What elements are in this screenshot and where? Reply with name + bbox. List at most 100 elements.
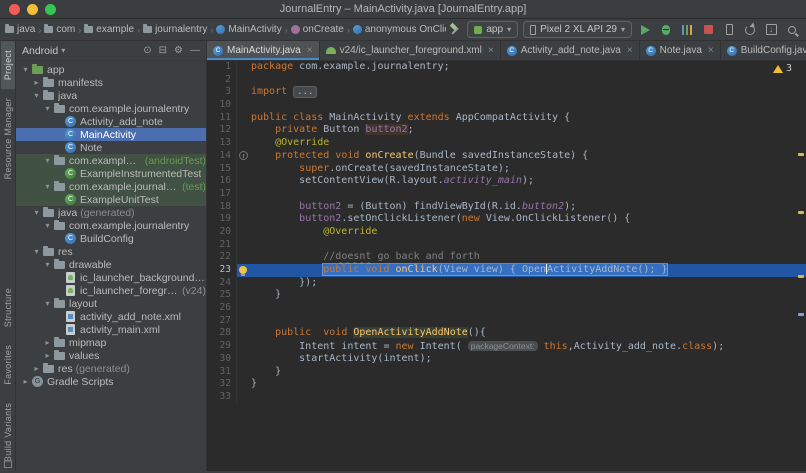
tree-item-activity-main-xml[interactable]: activity_main.xml <box>16 323 206 336</box>
tree-item-activity-add-note[interactable]: CActivity_add_note <box>16 115 206 128</box>
code-text[interactable]: public void OpenActivityAddNote(){ <box>251 327 806 340</box>
tree-item-note[interactable]: CNote <box>16 141 206 154</box>
chevron-right-icon[interactable]: ▸ <box>42 351 53 360</box>
chevron-down-icon[interactable]: ▾ <box>42 182 53 191</box>
override-marker-icon[interactable]: ↑ <box>237 150 251 163</box>
code-text[interactable]: Intent intent = new Intent( packageConte… <box>251 340 806 353</box>
editor-tab-mainactivity-java[interactable]: CMainActivity.java× <box>207 41 320 60</box>
close-icon[interactable]: × <box>488 45 494 56</box>
intention-bulb-icon[interactable] <box>237 264 251 277</box>
tree-item-layout[interactable]: ▾layout <box>16 297 206 310</box>
code-text[interactable]: } <box>251 289 806 302</box>
code-text[interactable]: startActivity(intent); <box>251 353 806 366</box>
tree-item-java[interactable]: ▾java <box>16 89 206 102</box>
code-text[interactable]: super.onCreate(savedInstanceState); <box>251 163 806 176</box>
tool-window-button-favorites[interactable]: Favorites <box>1 336 15 394</box>
code-text[interactable]: @Override <box>251 137 806 150</box>
code-text[interactable]: private Button button2; <box>251 124 806 137</box>
tree-item-java[interactable]: ▾java(generated) <box>16 206 206 219</box>
tree-item-buildconfig[interactable]: CBuildConfig <box>16 232 206 245</box>
close-icon[interactable]: × <box>627 45 633 56</box>
editor-tab-buildconfig-java[interactable]: CBuildConfig.java× <box>721 41 806 60</box>
device-select[interactable]: Pixel 2 XL API 29 ▾ <box>523 21 632 38</box>
chevron-down-icon[interactable]: ▾ <box>31 91 42 100</box>
chevron-down-icon[interactable]: ▾ <box>42 260 53 269</box>
code-text[interactable] <box>251 239 806 252</box>
run-button[interactable] <box>637 22 653 38</box>
code-text[interactable]: public void onClick(View view) { OpenAct… <box>251 264 806 277</box>
code-text[interactable]: @Override <box>251 226 806 239</box>
tree-item-ic-launcher-foreground-xml[interactable]: ic_launcher_foreground.xml(v24) <box>16 284 206 297</box>
chevron-down-icon[interactable]: ▾ <box>31 208 42 217</box>
tree-item-mipmap[interactable]: ▸mipmap <box>16 336 206 349</box>
breadcrumb-item-java[interactable]: java <box>4 24 36 35</box>
editor-tab-note-java[interactable]: CNote.java× <box>640 41 721 60</box>
tree-item-res[interactable]: ▸res(generated) <box>16 362 206 375</box>
code-text[interactable]: button2.setOnClickListener(new View.OnCl… <box>251 213 806 226</box>
build-button[interactable] <box>446 22 462 38</box>
code-text[interactable] <box>251 188 806 201</box>
breadcrumb-item-com[interactable]: com <box>43 24 76 35</box>
code-text[interactable]: button2 = (Button) findViewById(R.id.but… <box>251 201 806 214</box>
chevron-right-icon[interactable]: ▸ <box>20 377 31 386</box>
code-text[interactable]: } <box>251 366 806 379</box>
chevron-down-icon[interactable]: ▾ <box>42 221 53 230</box>
tree-item-exampleunittest[interactable]: CExampleUnitTest <box>16 193 206 206</box>
inspections-widget[interactable]: 3 <box>773 63 792 74</box>
code-text[interactable] <box>251 315 806 328</box>
tree-item-exampleinstrumentedtest[interactable]: CExampleInstrumentedTest <box>16 167 206 180</box>
locate-file-icon[interactable]: ⊙ <box>141 45 153 56</box>
chevron-right-icon[interactable]: ▸ <box>42 338 53 347</box>
zoom-window-button[interactable] <box>45 4 56 15</box>
tree-item-activity-add-note-xml[interactable]: activity_add_note.xml <box>16 310 206 323</box>
minimize-window-button[interactable] <box>27 4 38 15</box>
error-stripe[interactable] <box>796 61 806 471</box>
profiler-button[interactable] <box>679 22 695 38</box>
warning-stripe-mark[interactable] <box>798 275 804 278</box>
debug-button[interactable] <box>658 22 674 38</box>
tree-item-mainactivity[interactable]: CMainActivity <box>16 128 206 141</box>
code-text[interactable]: import ... <box>251 86 806 99</box>
tree-item-manifests[interactable]: ▸manifests <box>16 76 206 89</box>
editor-tab-v24-ic-launcher-foreground-xml[interactable]: v24/ic_launcher_foreground.xml× <box>320 41 501 60</box>
code-text[interactable]: } <box>251 378 806 391</box>
hide-panel-icon[interactable]: — <box>188 45 202 56</box>
run-configuration-select[interactable]: app ▾ <box>467 21 518 38</box>
code-text[interactable] <box>251 99 806 112</box>
code-text[interactable] <box>251 302 806 315</box>
code-editor[interactable]: 1package com.example.journalentry;23impo… <box>207 61 806 471</box>
collapse-all-icon[interactable]: ⊟ <box>157 45 169 56</box>
avd-manager-button[interactable] <box>721 22 737 38</box>
project-view-mode-select[interactable]: Android ▾ <box>22 45 65 57</box>
chevron-down-icon[interactable]: ▾ <box>42 156 53 165</box>
editor-tab-activity-add-note-java[interactable]: CActivity_add_note.java× <box>501 41 640 60</box>
code-text[interactable]: setContentView(R.layout.activity_main); <box>251 175 806 188</box>
code-text[interactable] <box>251 74 806 87</box>
tree-item-com-example-journalentry[interactable]: ▾com.example.journalentry <box>16 102 206 115</box>
breadcrumb-item-journalentry[interactable]: journalentry <box>142 24 208 35</box>
sync-gradle-button[interactable] <box>742 22 758 38</box>
tree-item-values[interactable]: ▸values <box>16 349 206 362</box>
tool-window-button-resource-manager[interactable]: Resource Manager <box>1 89 15 188</box>
code-text[interactable]: public class MainActivity extends AppCom… <box>251 112 806 125</box>
breadcrumb-item-mainactivity[interactable]: MainActivity <box>215 24 282 35</box>
caret-stripe-mark[interactable] <box>798 313 804 316</box>
code-text[interactable]: }); <box>251 277 806 290</box>
tree-item-drawable[interactable]: ▾drawable <box>16 258 206 271</box>
stop-button[interactable] <box>700 22 716 38</box>
tree-item-com-example-journalentry[interactable]: ▾com.example.journalentry(test) <box>16 180 206 193</box>
breadcrumb-item-oncreate[interactable]: onCreate <box>290 24 345 35</box>
tree-item-res[interactable]: ▾res <box>16 245 206 258</box>
search-everywhere-button[interactable] <box>784 22 800 38</box>
chevron-right-icon[interactable]: ▸ <box>31 78 42 87</box>
tool-window-button-project[interactable]: Project <box>1 41 15 89</box>
tree-item-gradle-scripts[interactable]: ▸GGradle Scripts <box>16 375 206 388</box>
chevron-down-icon[interactable]: ▾ <box>20 65 31 74</box>
sdk-manager-button[interactable]: ↓ <box>763 22 779 38</box>
tree-item-ic-launcher-background-xml[interactable]: ic_launcher_background.xml <box>16 271 206 284</box>
chevron-down-icon[interactable]: ▾ <box>31 247 42 256</box>
tree-item-com-example-journalentry[interactable]: ▾com.example.journalentry <box>16 219 206 232</box>
tool-window-button-structure[interactable]: Structure <box>1 279 15 336</box>
warning-stripe-mark[interactable] <box>798 153 804 156</box>
chevron-down-icon[interactable]: ▾ <box>42 299 53 308</box>
